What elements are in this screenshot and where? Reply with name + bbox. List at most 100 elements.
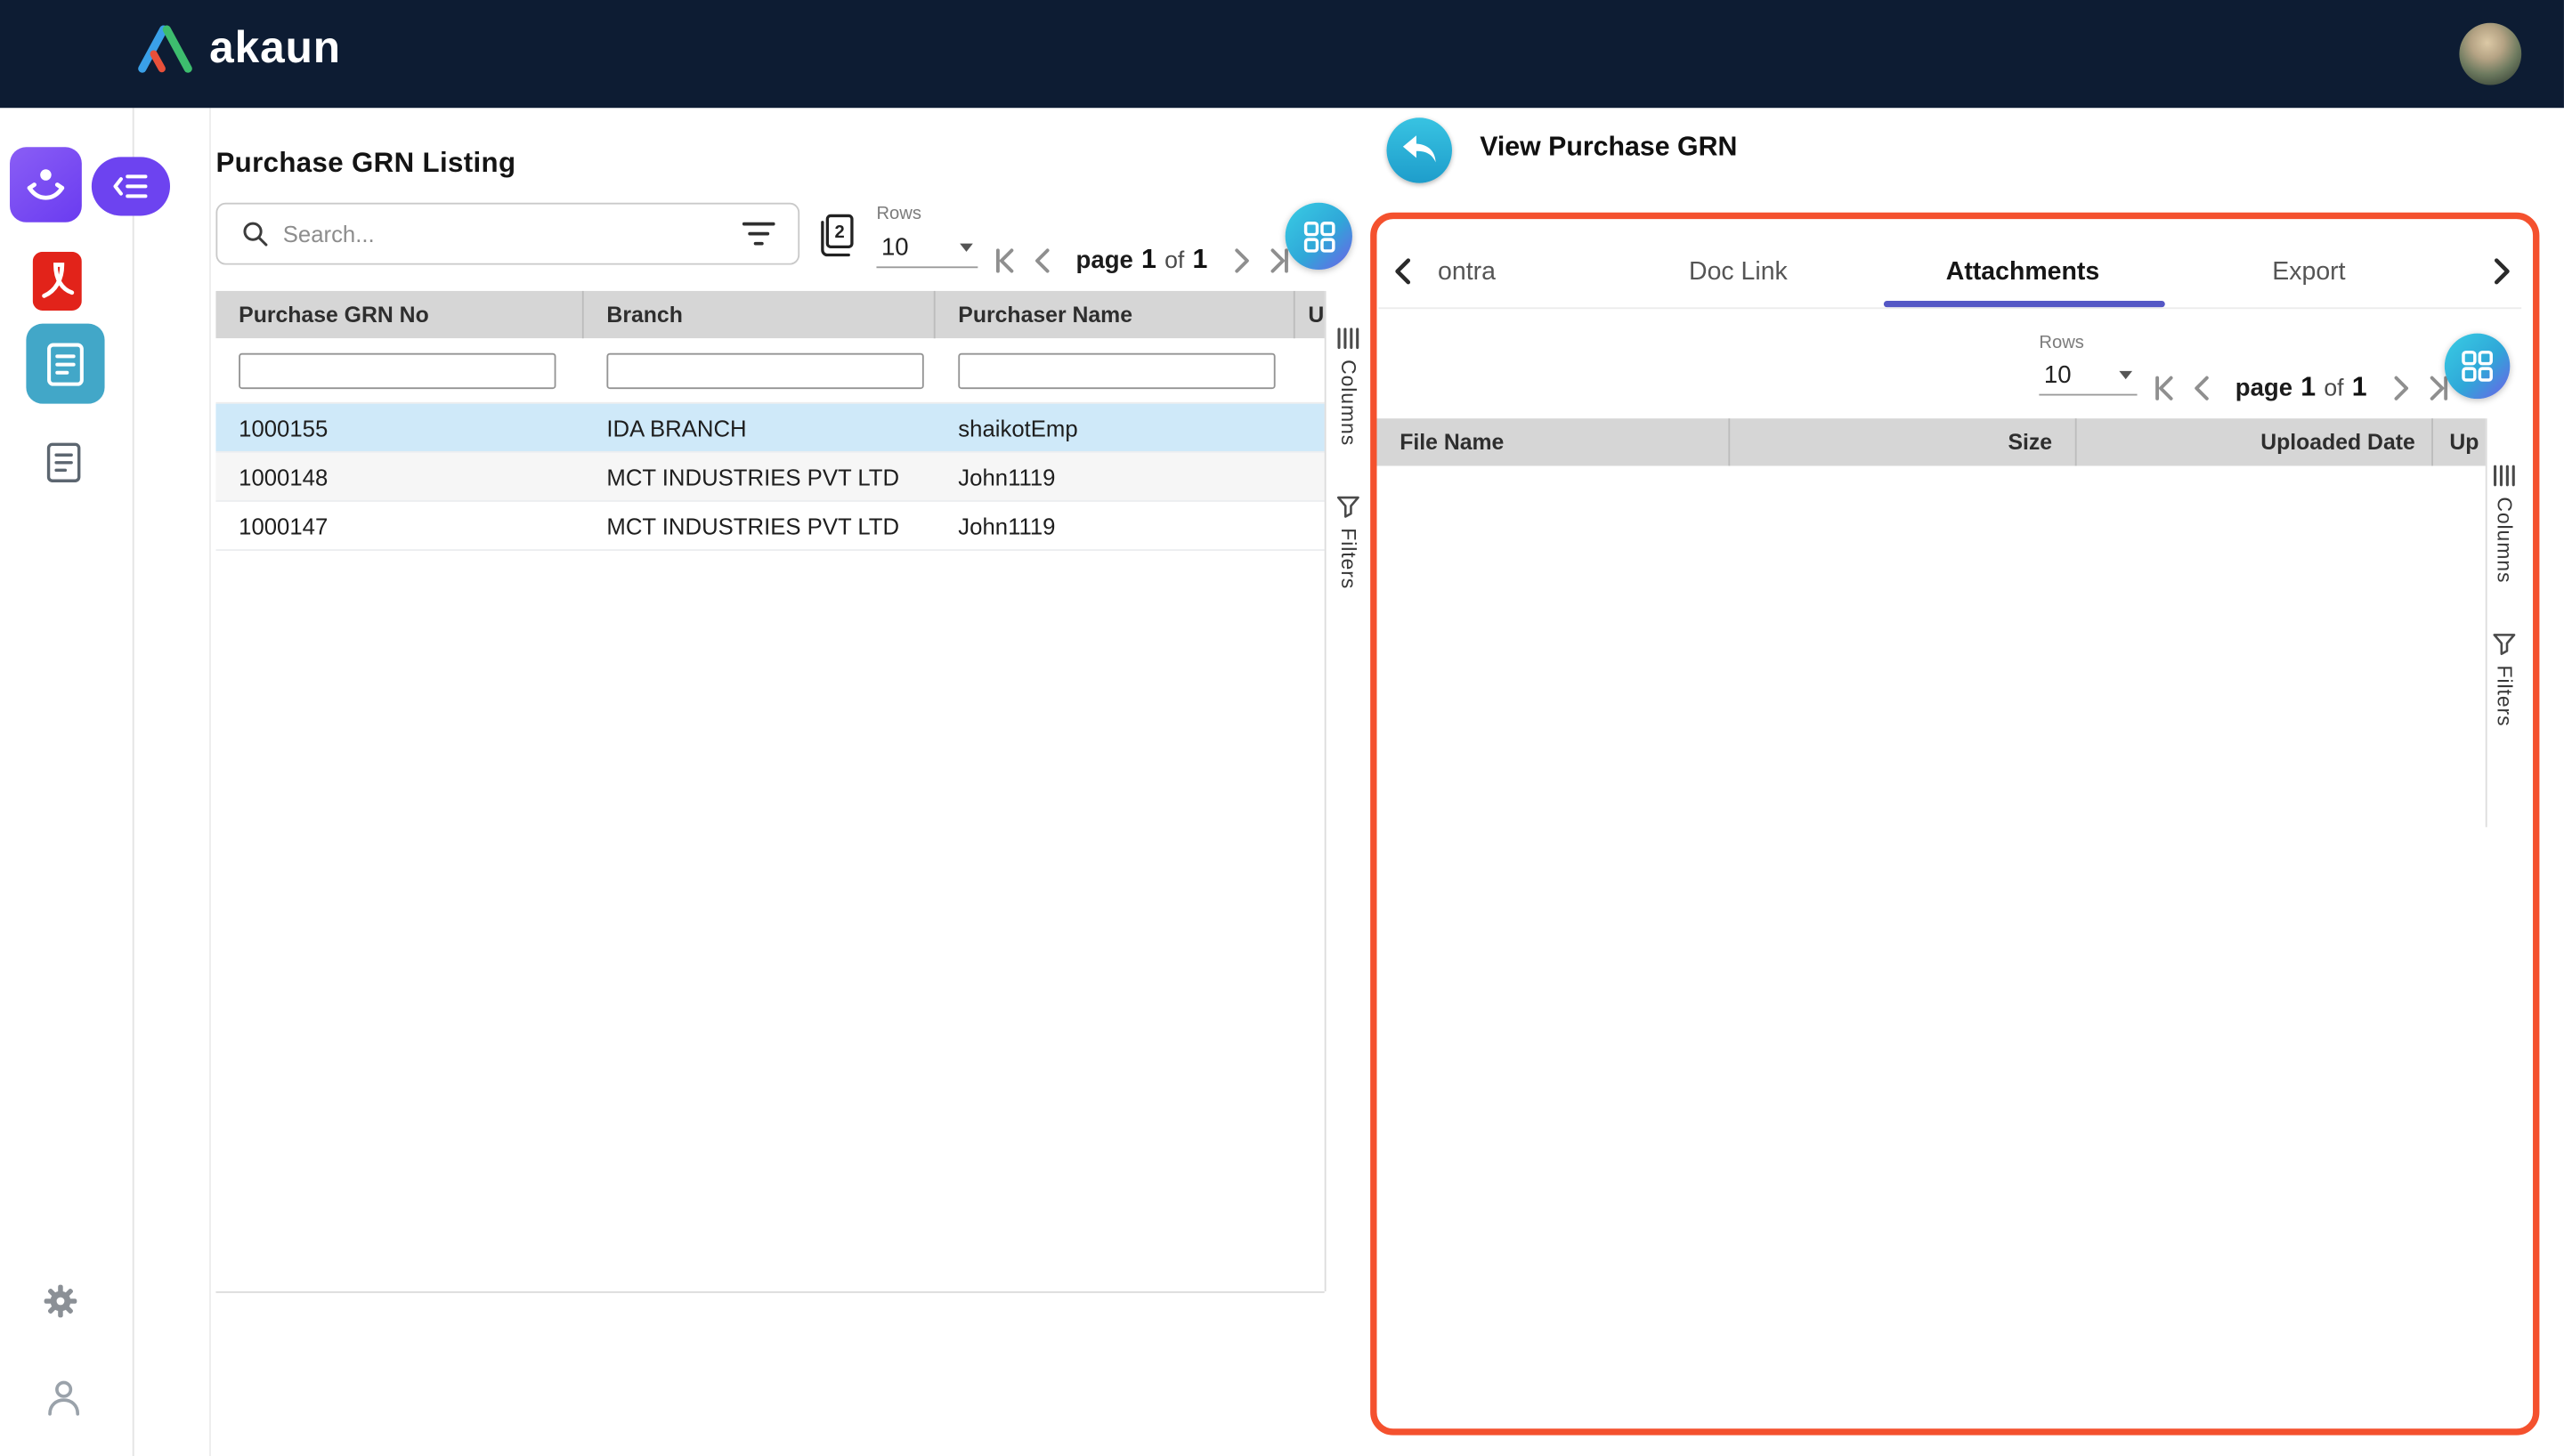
pagination: page 1 of 1 [2147,366,2455,408]
column-header-uploaded-date[interactable]: Uploaded Date [2077,418,2433,465]
first-page-button[interactable] [2147,371,2180,404]
page-indicator: page 1 of 1 [1076,245,1208,276]
person-icon [45,1378,81,1417]
chevron-right-icon [2384,372,2415,403]
table-header: File Name Size Uploaded Date Up [1377,418,2486,465]
page-title: Purchase GRN Listing [215,147,515,180]
columns-toggle[interactable]: Columns [1336,327,1361,446]
filters-toggle[interactable]: Filters [1336,495,1361,589]
akaun-logo-icon [137,24,192,73]
table-row[interactable]: 1000155 IDA BRANCH shaikotEmp [215,404,1324,453]
page-total: 1 [2352,372,2367,403]
sidebar [0,108,134,1456]
table-row[interactable]: 1000148 MCT INDUSTRIES PVT LTD John1119 [215,453,1324,502]
next-page-button[interactable] [1224,244,1257,277]
table-row[interactable]: 1000147 MCT INDUSTRIES PVT LTD John1119 [215,502,1324,551]
cell-grn-no: 1000155 [215,404,583,451]
rows-per-page-select[interactable]: 10 [876,229,978,268]
tab-doc-link[interactable]: Doc Link [1689,258,1788,287]
chevron-right-icon [1225,245,1256,276]
filter-input-grn-no[interactable] [239,352,556,388]
avatar[interactable] [2459,23,2521,85]
filters-toggle[interactable]: Filters [2492,632,2517,726]
attachments-table: File Name Size Uploaded Date Up [1377,418,2486,465]
next-page-button[interactable] [2383,371,2416,404]
tabs-scroll-right-button[interactable] [2484,255,2517,288]
layout-grid-button[interactable] [2445,334,2510,399]
column-header-size[interactable]: Size [1730,418,2076,465]
sidebar-item-procurement[interactable] [10,147,82,222]
of-word: of [1164,247,1184,273]
rows-label: Rows [2039,334,2084,353]
cell-branch: IDA BRANCH [584,404,936,451]
filters-label: Filters [2493,665,2516,726]
filter-list-icon[interactable] [742,221,775,247]
search-input[interactable] [283,221,729,247]
cell-branch: MCT INDUSTRIES PVT LTD [584,502,936,549]
chevron-left-icon [1027,245,1059,276]
filter-input-branch[interactable] [606,352,923,388]
sidebar-expand-button[interactable] [92,157,170,215]
profile-button[interactable] [45,1378,81,1417]
first-page-button[interactable] [987,244,1020,277]
page-current: 1 [2300,372,2316,403]
cell-purchaser: shaikotEmp [936,404,1295,451]
layout-grid-button[interactable] [1286,203,1352,270]
sidebar-item-grn-listing[interactable] [26,324,104,404]
sidebar-item-listing[interactable] [45,441,87,487]
grid-icon [1302,220,1335,253]
column-header-purchaser-name[interactable]: Purchaser Name [936,291,1295,338]
filter-input-purchaser-name[interactable] [958,352,1275,388]
chevron-down-icon [960,244,973,252]
rows-per-page-value: 10 [881,234,909,262]
pagination: page 1 of 1 [987,239,1295,281]
active-tab-indicator [1884,301,2165,306]
column-header-file-name[interactable]: File Name [1377,418,1731,465]
brand-logo[interactable]: akaun [137,23,341,74]
columns-toggle[interactable]: Columns [2492,465,2517,584]
cell-purchaser: John1119 [936,502,1295,549]
pdf-icon [33,252,82,311]
view-purchase-grn-panel: View Purchase GRN ontra Doc Link Attachm… [1366,108,2564,1456]
previous-page-button[interactable] [1026,244,1059,277]
column-header-branch[interactable]: Branch [584,291,936,338]
column-header-purchase-grn-no[interactable]: Purchase GRN No [215,291,583,338]
filter-row [215,338,1324,403]
grid-icon [2461,350,2494,383]
list-icon [45,441,84,484]
menu-open-icon [113,174,149,199]
rows-per-page-value: 10 [2044,361,2072,389]
hands-holding-icon [25,164,68,206]
table-bottom-divider [215,1291,1324,1293]
sidebar-item-pdf[interactable] [33,252,85,314]
cell-purchaser: John1119 [936,453,1295,500]
page-current: 1 [1141,245,1156,276]
brand-name: akaun [209,23,341,74]
column-header-updated[interactable]: Up [2433,418,2486,465]
table-right-divider [1325,291,1327,1291]
columns-label: Columns [2493,497,2516,583]
back-button[interactable] [1387,117,1452,182]
previous-page-button[interactable] [2187,371,2219,404]
page-word: page [1076,246,1133,273]
page-word: page [2235,374,2292,401]
table-header: Purchase GRN No Branch Purchaser Name Up [215,291,1324,338]
first-page-icon [2148,372,2179,403]
rows-per-page-select[interactable]: 10 [2039,356,2137,395]
topbar: akaun [0,0,2564,108]
tab-attachments[interactable]: Attachments [1946,258,2099,287]
filters-label: Filters [1337,528,1360,589]
tab-export[interactable]: Export [2272,258,2345,287]
tabs-scroll-left-button[interactable] [1388,255,1421,288]
pages-view-button[interactable]: 2 [815,213,857,258]
settings-button[interactable] [43,1283,78,1319]
page-total: 1 [1192,245,1207,276]
column-header-updated[interactable]: Up [1295,291,1325,338]
cell-grn-no: 1000147 [215,502,583,549]
divider [1378,307,2521,309]
chevron-down-icon [2119,371,2132,379]
tab-contra[interactable]: ontra [1438,258,1496,287]
grn-table: Purchase GRN No Branch Purchaser Name Up… [215,291,1324,551]
filter-funnel-icon [2492,632,2517,655]
chevron-right-icon [2484,255,2517,288]
